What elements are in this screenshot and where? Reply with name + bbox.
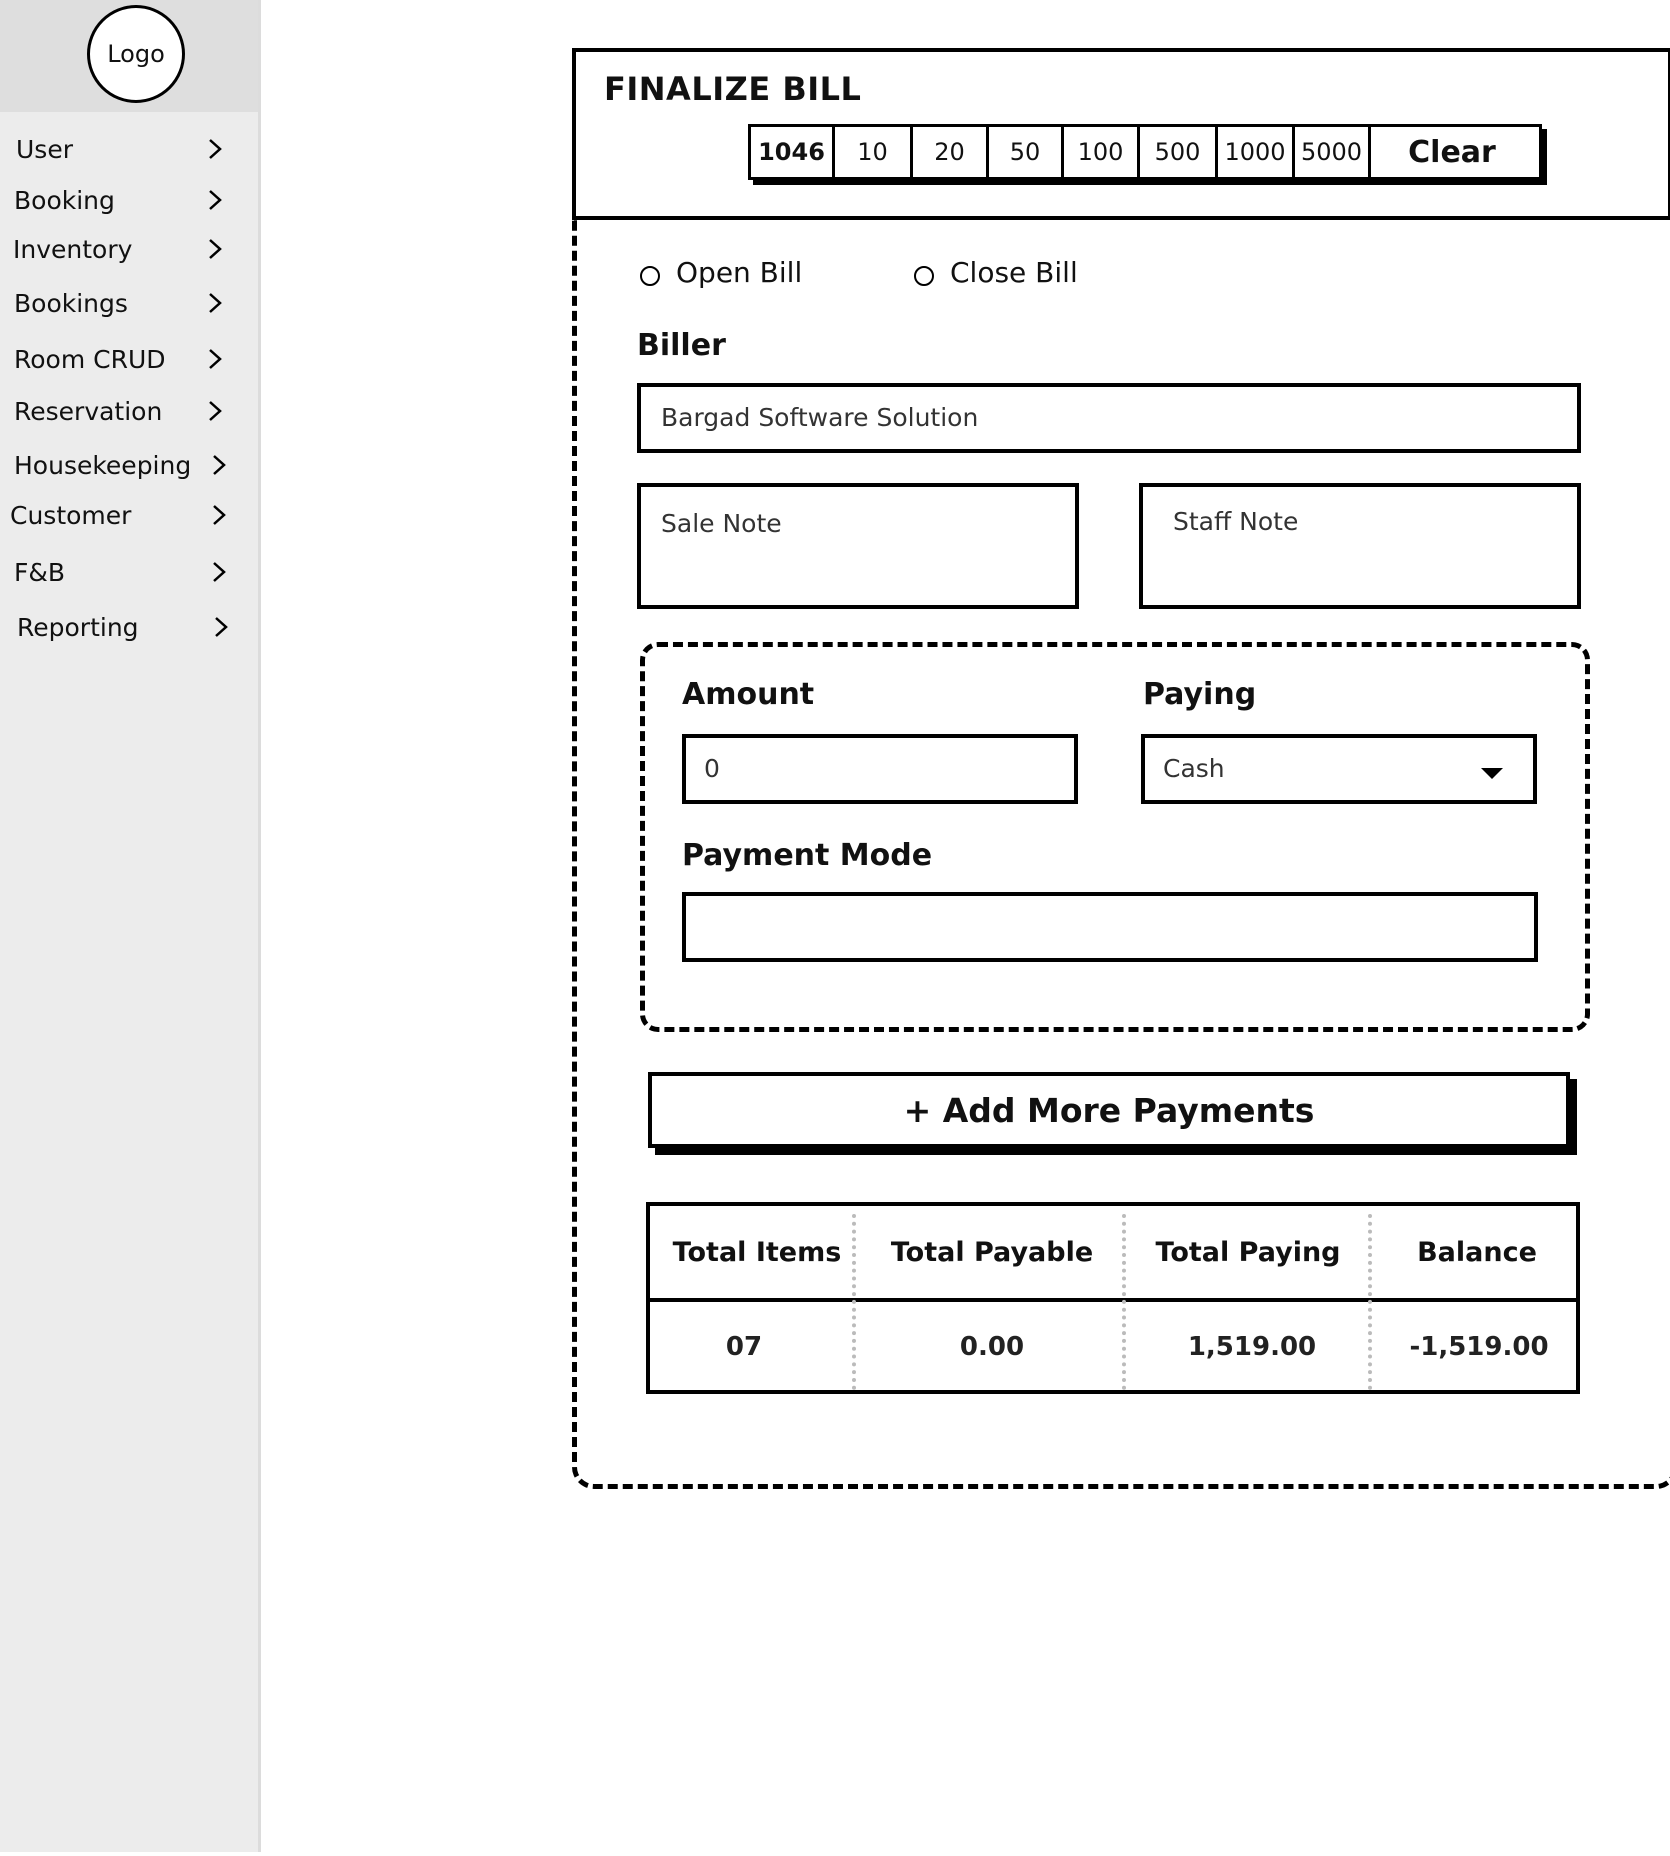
add-more-payments-label: + Add More Payments [903,1090,1315,1130]
denomination-button[interactable]: 1000 [1218,127,1295,177]
sidebar-item-label: Bookings [14,289,128,318]
sidebar-item-room-crud[interactable]: Room CRUD [0,339,240,381]
paying-select[interactable]: Cash [1141,734,1537,804]
paying-selected-value: Cash [1163,754,1225,783]
sidebar-item-bookings[interactable]: Bookings [0,283,240,325]
sidebar-item-label: User [16,135,73,164]
radio-circle-icon [914,266,934,286]
total-paying-value: 1,519.00 [1187,1332,1317,1362]
sidebar-item-inventory[interactable]: Inventory [0,229,240,271]
chevron-right-icon [209,401,222,421]
denomination-button[interactable]: 5000 [1295,127,1371,177]
total-items-header: Total Items [672,1236,842,1268]
denomination-bar: 1046 10 20 50 100 500 1000 5000 Clear [748,124,1542,180]
total-paying-header: Total Paying [1155,1236,1341,1268]
add-more-payments-button[interactable]: + Add More Payments [648,1072,1570,1148]
open-bill-radio[interactable]: Open Bill [640,256,810,300]
sidebar-item-label: Reservation [14,397,163,426]
sidebar-item-customer[interactable]: Customer [0,495,240,537]
chevron-right-icon [209,190,222,210]
amount-label: Amount [682,677,815,712]
logo-text: Logo [107,40,165,68]
denomination-button[interactable]: 50 [989,127,1064,177]
logo-area: Logo [0,0,258,112]
paying-label: Paying [1143,677,1257,712]
denomination-button[interactable]: 100 [1064,127,1140,177]
chevron-right-icon [209,349,222,369]
chevron-right-icon [213,562,226,582]
radio-circle-icon [640,266,660,286]
close-bill-label: Close Bill [950,256,1078,289]
logo[interactable]: Logo [87,5,185,103]
sidebar-item-housekeeping[interactable]: Housekeeping [0,445,240,487]
sale-note-field[interactable]: Sale Note [637,483,1079,609]
sidebar-item-reservation[interactable]: Reservation [0,391,240,433]
payment-mode-label: Payment Mode [682,838,933,873]
sidebar-item-fnb[interactable]: F&B [0,552,240,594]
close-bill-radio[interactable]: Close Bill [914,256,1084,300]
biller-field[interactable]: Bargad Software Solution [637,383,1581,453]
sidebar-item-label: Booking [14,186,115,215]
sidebar-item-label: Room CRUD [14,345,166,374]
chevron-right-icon [215,617,228,637]
sidebar-item-user[interactable]: User [0,129,240,171]
sidebar-item-label: Reporting [17,613,139,642]
caret-down-icon [1481,768,1503,779]
biller-label: Biller [637,328,726,363]
chevron-right-icon [213,505,226,525]
balance-value: -1,519.00 [1409,1332,1549,1362]
chevron-right-icon [209,139,222,159]
payment-mode-input[interactable] [682,892,1538,962]
page-title: FINALIZE BILL [604,70,862,108]
open-bill-label: Open Bill [676,256,803,289]
sidebar-item-reporting[interactable]: Reporting [0,607,240,649]
bill-summary-table: Total Items Total Payable Total Paying B… [646,1202,1580,1394]
sidebar-item-label: F&B [14,558,66,587]
staff-note-field[interactable]: Staff Note [1139,483,1581,609]
total-payable-header: Total Payable [890,1236,1094,1268]
denomination-button[interactable]: 20 [913,127,989,177]
total-items-value: 07 [725,1332,763,1362]
sidebar-item-label: Inventory [13,235,133,264]
sidebar: Logo User Booking Inventory Bookings Roo… [0,0,261,1852]
amount-input[interactable]: 0 [682,734,1078,804]
sidebar-item-label: Housekeeping [14,451,192,480]
chevron-right-icon [209,293,222,313]
denomination-button[interactable]: 1046 [751,127,835,177]
finalize-bill-header: FINALIZE BILL 1046 10 20 50 100 500 1000… [572,48,1670,220]
clear-button[interactable]: Clear [1371,127,1533,177]
denomination-button[interactable]: 500 [1140,127,1218,177]
total-payable-value: 0.00 [959,1332,1025,1362]
denomination-button[interactable]: 10 [835,127,913,177]
chevron-right-icon [209,239,222,259]
sidebar-item-label: Customer [10,501,132,530]
balance-header: Balance [1417,1236,1537,1268]
sidebar-item-booking[interactable]: Booking [0,180,240,222]
chevron-right-icon [213,455,226,475]
